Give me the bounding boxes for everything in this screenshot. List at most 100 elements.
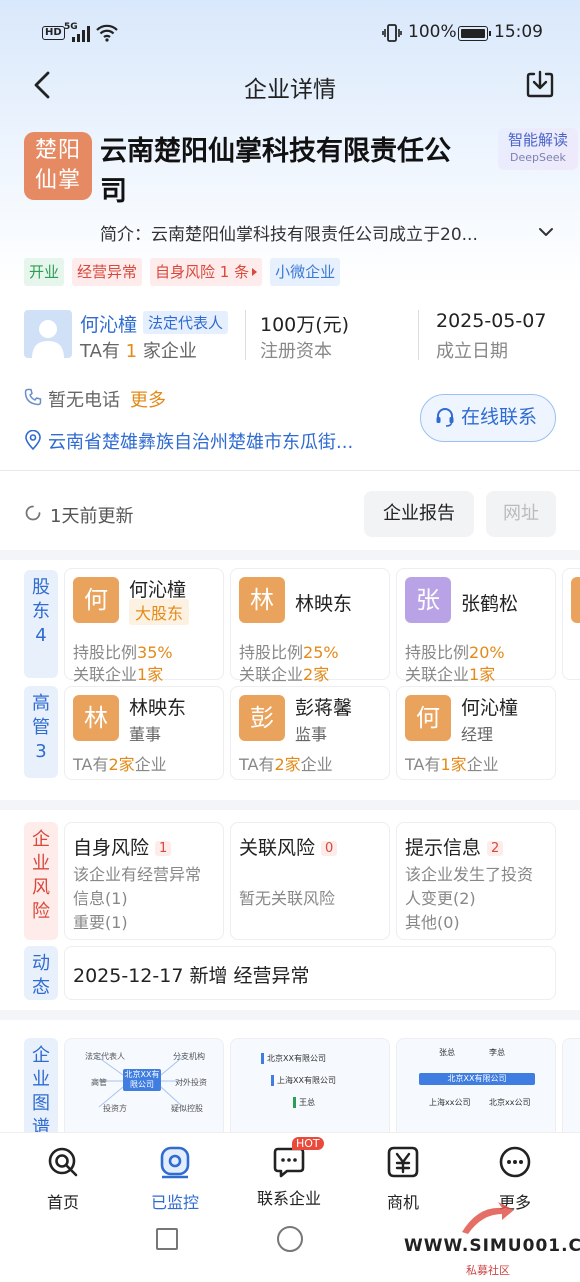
tag-operating[interactable]: 开业 [24, 258, 65, 286]
graph-node: 对外投资 [175, 1078, 207, 1087]
count-suffix: 企业 [466, 755, 499, 774]
equity-row: 王总 [293, 1097, 315, 1108]
graph-label-char: 企 [32, 1045, 50, 1066]
executive-name: 林映东 [129, 697, 187, 719]
recent-apps-button[interactable] [156, 1228, 178, 1250]
count-suffix: 家企业 [142, 341, 197, 362]
battery-icon [458, 26, 491, 41]
online-contact-button[interactable]: 在线联系 [420, 394, 556, 442]
company-report-button[interactable]: 企业报告 [364, 491, 474, 537]
graph-card-partial[interactable] [562, 1038, 580, 1132]
shareholders-count: 4 [35, 625, 47, 646]
tag-abnormal[interactable]: 经营异常 [72, 258, 143, 286]
count-suffix: 企业 [134, 755, 167, 774]
risk-label-char: 风 [32, 877, 50, 898]
executive-name: 何沁橦 [461, 697, 519, 719]
executive-avatar: 何 [405, 695, 451, 741]
wifi-icon [96, 24, 118, 42]
tag-self-risk[interactable]: 自身风险 1 条 [150, 258, 263, 286]
battery-percent: 100% [408, 22, 457, 42]
executive-role: 董事 [129, 725, 162, 744]
executive-name: 彭蒋馨 [295, 697, 353, 719]
graph-card-structure[interactable]: 北京XX有限公司 法定代表人 分支机构 高管 对外投资 投资方 疑似控股 [64, 1038, 224, 1132]
people-section: 股 东 4 何 何沁橦 大股东 持股比例35% 关联企业1家 林 林映东 持股比… [0, 560, 580, 800]
tag-small-enterprise[interactable]: 小微企业 [270, 258, 341, 286]
dynamics-label[interactable]: 动 态 [24, 946, 58, 1000]
executive-avatar: 彭 [239, 695, 285, 741]
notice-card[interactable]: 提示信息 2 该企业发生了投资 人变更(2) 其他(0) [396, 822, 556, 940]
legal-rep-company-count[interactable]: TA有 1 家企业 [80, 337, 197, 363]
website-button[interactable]: 网址 [486, 491, 556, 537]
shareholder-avatar: 林 [239, 577, 285, 623]
company-address[interactable]: 云南省楚雄彝族自治州楚雄市东瓜街... [48, 428, 353, 454]
tab-label: 联系企业 [256, 1189, 321, 1208]
divider [418, 310, 419, 360]
graph-label[interactable]: 企 业 图 谱 [24, 1038, 58, 1132]
executive-card[interactable]: 林 林映东 董事 TA有2家企业 [64, 686, 224, 780]
graph-card-equity[interactable]: 北京XX有限公司 上海XX有限公司 王总 [230, 1038, 390, 1132]
executive-card[interactable]: 彭 彭蒋馨 监事 TA有2家企业 [230, 686, 390, 780]
shareholding-ratio: 持股比例35% [73, 639, 173, 663]
ratio-label: 持股比例 [239, 643, 304, 662]
shareholders-label[interactable]: 股 东 4 [24, 570, 58, 678]
dynamics-card[interactable]: 2025-12-17 新增 经营异常 [64, 946, 556, 1000]
executive-card[interactable]: 何 何沁橦 经理 TA有1家企业 [396, 686, 556, 780]
phone-more-link[interactable]: 更多 [130, 386, 166, 412]
risk-detail-line: 重要(1) [73, 913, 128, 932]
dynamics-label-char: 动 [32, 953, 50, 974]
related-companies: 关联企业1家 [405, 661, 495, 685]
risk-title-text: 提示信息 [405, 837, 482, 859]
logo-text-line-1: 楚阳 [34, 138, 81, 163]
founded-value: 2025-05-07 [436, 310, 547, 332]
avatar[interactable] [24, 310, 72, 358]
shareholder-name: 张鹤松 [461, 593, 519, 615]
executives-label[interactable]: 高 管 3 [24, 686, 58, 778]
company-intro[interactable]: 简介：云南楚阳仙掌科技有限责任公司成立于20... [100, 220, 530, 245]
home-button[interactable] [277, 1226, 303, 1252]
graph-card-control[interactable]: 张总 李总 北京XX有限公司 上海xx公司 北京xx公司 [396, 1038, 556, 1132]
shareholders-label-char: 东 [32, 601, 50, 622]
caret-right-icon [252, 268, 258, 276]
executive-company-count: TA有1家企业 [405, 751, 499, 775]
dynamics-label-char: 态 [32, 977, 50, 998]
ratio-label: 持股比例 [405, 643, 470, 662]
company-name: 云南楚阳仙掌科技有限责任公 司 [100, 132, 480, 212]
risk-count: 2 [487, 841, 504, 856]
risk-title: 自身风险 1 [73, 833, 172, 860]
tab-contact-companies[interactable]: HOT 联系企业 [234, 1137, 344, 1209]
shareholder-card[interactable]: 何 何沁橦 大股东 持股比例35% 关联企业1家 [64, 568, 224, 684]
count-prefix: TA有 [80, 341, 120, 362]
shareholder-card-partial[interactable] [562, 568, 580, 680]
controller-node: 张总 [439, 1048, 455, 1057]
ai-insight-button[interactable]: 智能解读 DeepSeek [498, 128, 578, 170]
watermark-sub: 私募社区 [466, 1264, 510, 1277]
shareholders-label-char: 股 [32, 577, 50, 598]
tab-monitored[interactable]: 已监控 [120, 1141, 230, 1213]
shareholder-card[interactable]: 林 林映东 持股比例25% 关联企业2家 [230, 568, 390, 684]
download-icon[interactable] [524, 68, 556, 100]
tab-opportunities[interactable]: 商机 [348, 1141, 458, 1213]
shareholding-ratio: 持股比例20% [405, 639, 505, 663]
tab-home[interactable]: 首页 [8, 1141, 118, 1213]
update-time: 1天前更新 [50, 506, 134, 527]
subsidiary-node: 北京xx公司 [489, 1098, 531, 1107]
risk-detail: 该企业有经营异常 信息(1) 重要(1) [73, 863, 223, 935]
watermark-logo-icon [462, 1202, 514, 1234]
count-value: 2家 [274, 755, 301, 774]
legal-rep-name[interactable]: 何沁橦 [80, 310, 137, 337]
related-risk-card[interactable]: 关联风险 0 暂无关联风险 [230, 822, 390, 940]
related-value: 1家 [469, 665, 496, 684]
person-icon [32, 320, 64, 358]
graph-label-char: 图 [32, 1093, 50, 1114]
chevron-down-icon[interactable] [538, 224, 554, 240]
risk-label[interactable]: 企 业 风 险 [24, 822, 58, 940]
executives-label-char: 高 [32, 693, 50, 714]
risk-detail-line: 其他(0) [405, 913, 460, 932]
graph-label-char: 业 [32, 1069, 50, 1090]
risk-detail-line: 暂无关联风险 [239, 889, 336, 908]
location-pin-icon [25, 430, 41, 450]
shareholder-card[interactable]: 张 张鹤松 持股比例20% 关联企业1家 [396, 568, 556, 684]
risk-title-text: 自身风险 [73, 837, 150, 859]
risk-count: 0 [321, 841, 338, 856]
self-risk-card[interactable]: 自身风险 1 该企业有经营异常 信息(1) 重要(1) [64, 822, 224, 940]
